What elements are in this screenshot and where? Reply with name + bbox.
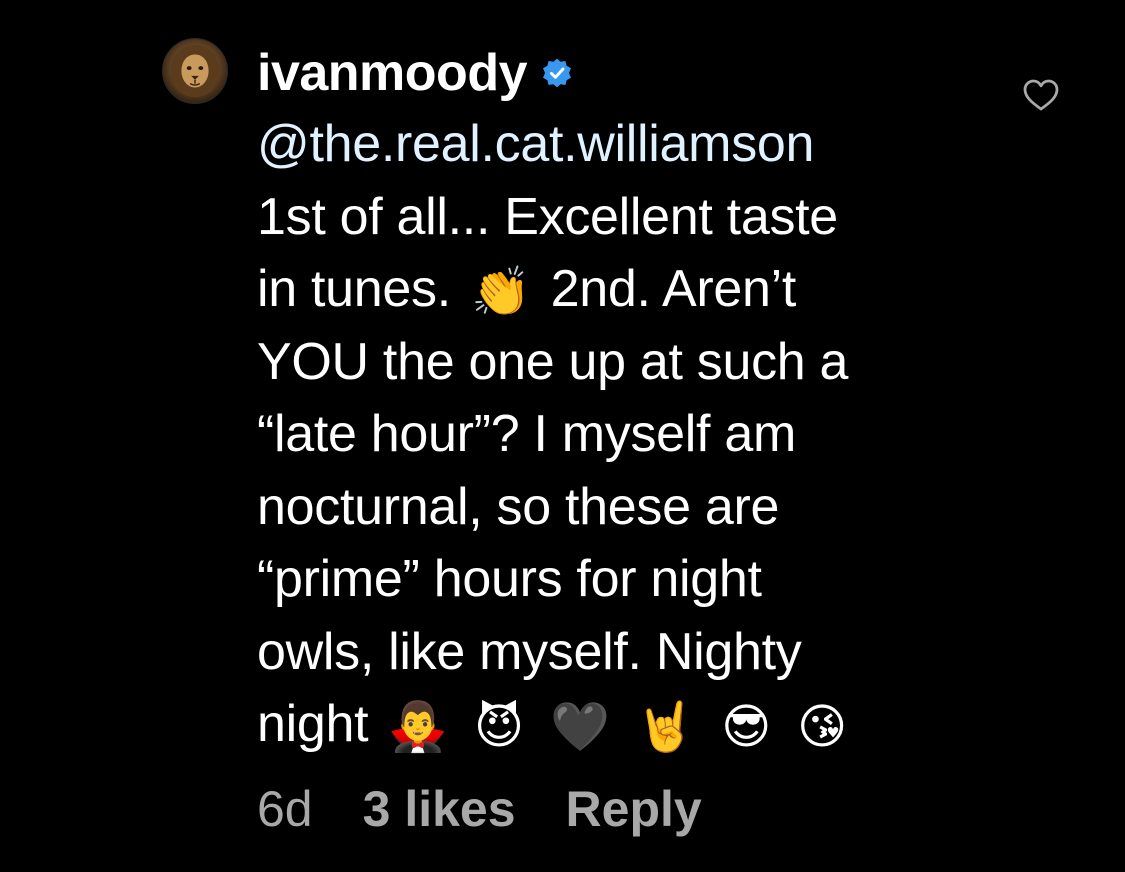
likes-count-button[interactable]: 3 likes — [363, 780, 516, 838]
body-text-fragment: night — [257, 695, 369, 753]
kiss-emoji: 😘 — [797, 699, 847, 756]
sunglasses-emoji: 😎 — [721, 699, 771, 756]
timestamp: 6d — [257, 781, 313, 837]
like-button[interactable] — [1022, 78, 1060, 112]
comment-meta: 6d 3 likes Reply — [257, 780, 702, 838]
avatar[interactable] — [162, 38, 228, 104]
body-text-fragment: in tunes. — [257, 260, 451, 318]
devil-emoji: 😈 — [474, 699, 524, 756]
comment-body: @the.real.cat.williamson 1st of all... E… — [257, 108, 977, 761]
comment-header: ivanmoody — [257, 38, 977, 108]
body-line: @the.real.cat.williamson — [257, 108, 977, 181]
mention-link[interactable]: @the.real.cat.williamson — [257, 115, 814, 173]
reply-button[interactable]: Reply — [566, 780, 702, 838]
vampire-emoji: 🧛‍♂️ — [388, 699, 448, 756]
body-line: nocturnal, so these are — [257, 477, 780, 536]
username[interactable]: ivanmoody — [257, 38, 528, 108]
verified-badge-icon — [541, 57, 573, 89]
body-line: 1st of all... Excellent taste — [257, 187, 838, 246]
clapping-hands-emoji: 👏 — [471, 264, 531, 321]
body-line: owls, like myself. Nighty — [257, 622, 802, 681]
body-line: “late hour”? I myself am — [257, 405, 796, 463]
rock-on-emoji: 🤘 — [635, 699, 696, 756]
body-line: “prime” hours for night — [257, 550, 762, 608]
heart-outline-icon — [1023, 79, 1059, 111]
lion-avatar-icon — [170, 44, 220, 98]
body-text-fragment: 2nd. Aren’t — [550, 260, 797, 318]
black-heart-emoji: 🖤 — [549, 699, 610, 756]
body-line: YOU the one up at such a — [257, 332, 849, 391]
comment-content: ivanmoody @the.real.cat.williamson 1st o… — [257, 38, 977, 761]
comment: ivanmoody @the.real.cat.williamson 1st o… — [0, 0, 1125, 872]
body-line: night 🧛‍♂️ 😈 🖤 🤘 😎 😘 — [257, 688, 977, 761]
body-line: in tunes. 👏 2nd. Aren’t — [257, 253, 977, 326]
